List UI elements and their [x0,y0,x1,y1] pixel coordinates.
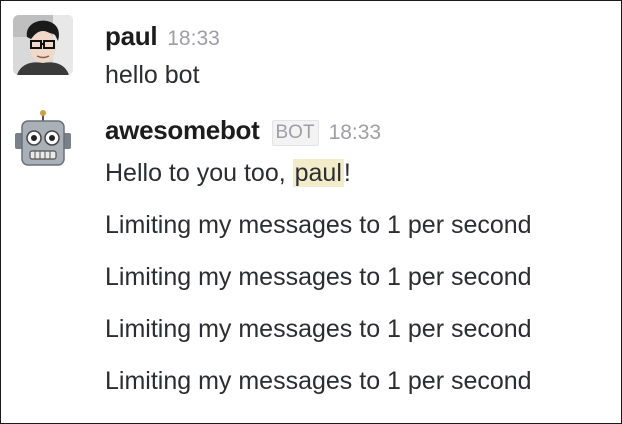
timestamp[interactable]: 18:33 [329,121,382,145]
message-header: paul 18:33 [105,21,220,51]
user-photo-icon [13,15,73,75]
robot-icon [13,109,73,169]
message-header: awesomebot BOT 18:33 [105,115,382,146]
message-text: Limiting my messages to 1 per second [105,263,532,291]
bot-badge: BOT [271,120,319,146]
message-text: Limiting my messages to 1 per second [105,211,532,239]
user-avatar[interactable] [13,15,73,75]
message-pane: paul 18:33 hello bot awesomebot BOT 18:3… [0,0,622,424]
message-text: Limiting my messages to 1 per second [105,315,532,343]
username[interactable]: awesomebot [105,115,260,146]
message-text: hello bot [105,61,200,89]
message-text: Hello to you too, paul! [105,157,351,189]
greeting-suffix: ! [343,159,351,187]
greeting-prefix: Hello to you too, [105,159,293,187]
user-mention[interactable]: paul [292,159,344,187]
message-text: Limiting my messages to 1 per second [105,367,532,395]
username[interactable]: paul [105,21,158,52]
timestamp[interactable]: 18:33 [167,27,220,51]
bot-avatar[interactable] [13,109,73,169]
